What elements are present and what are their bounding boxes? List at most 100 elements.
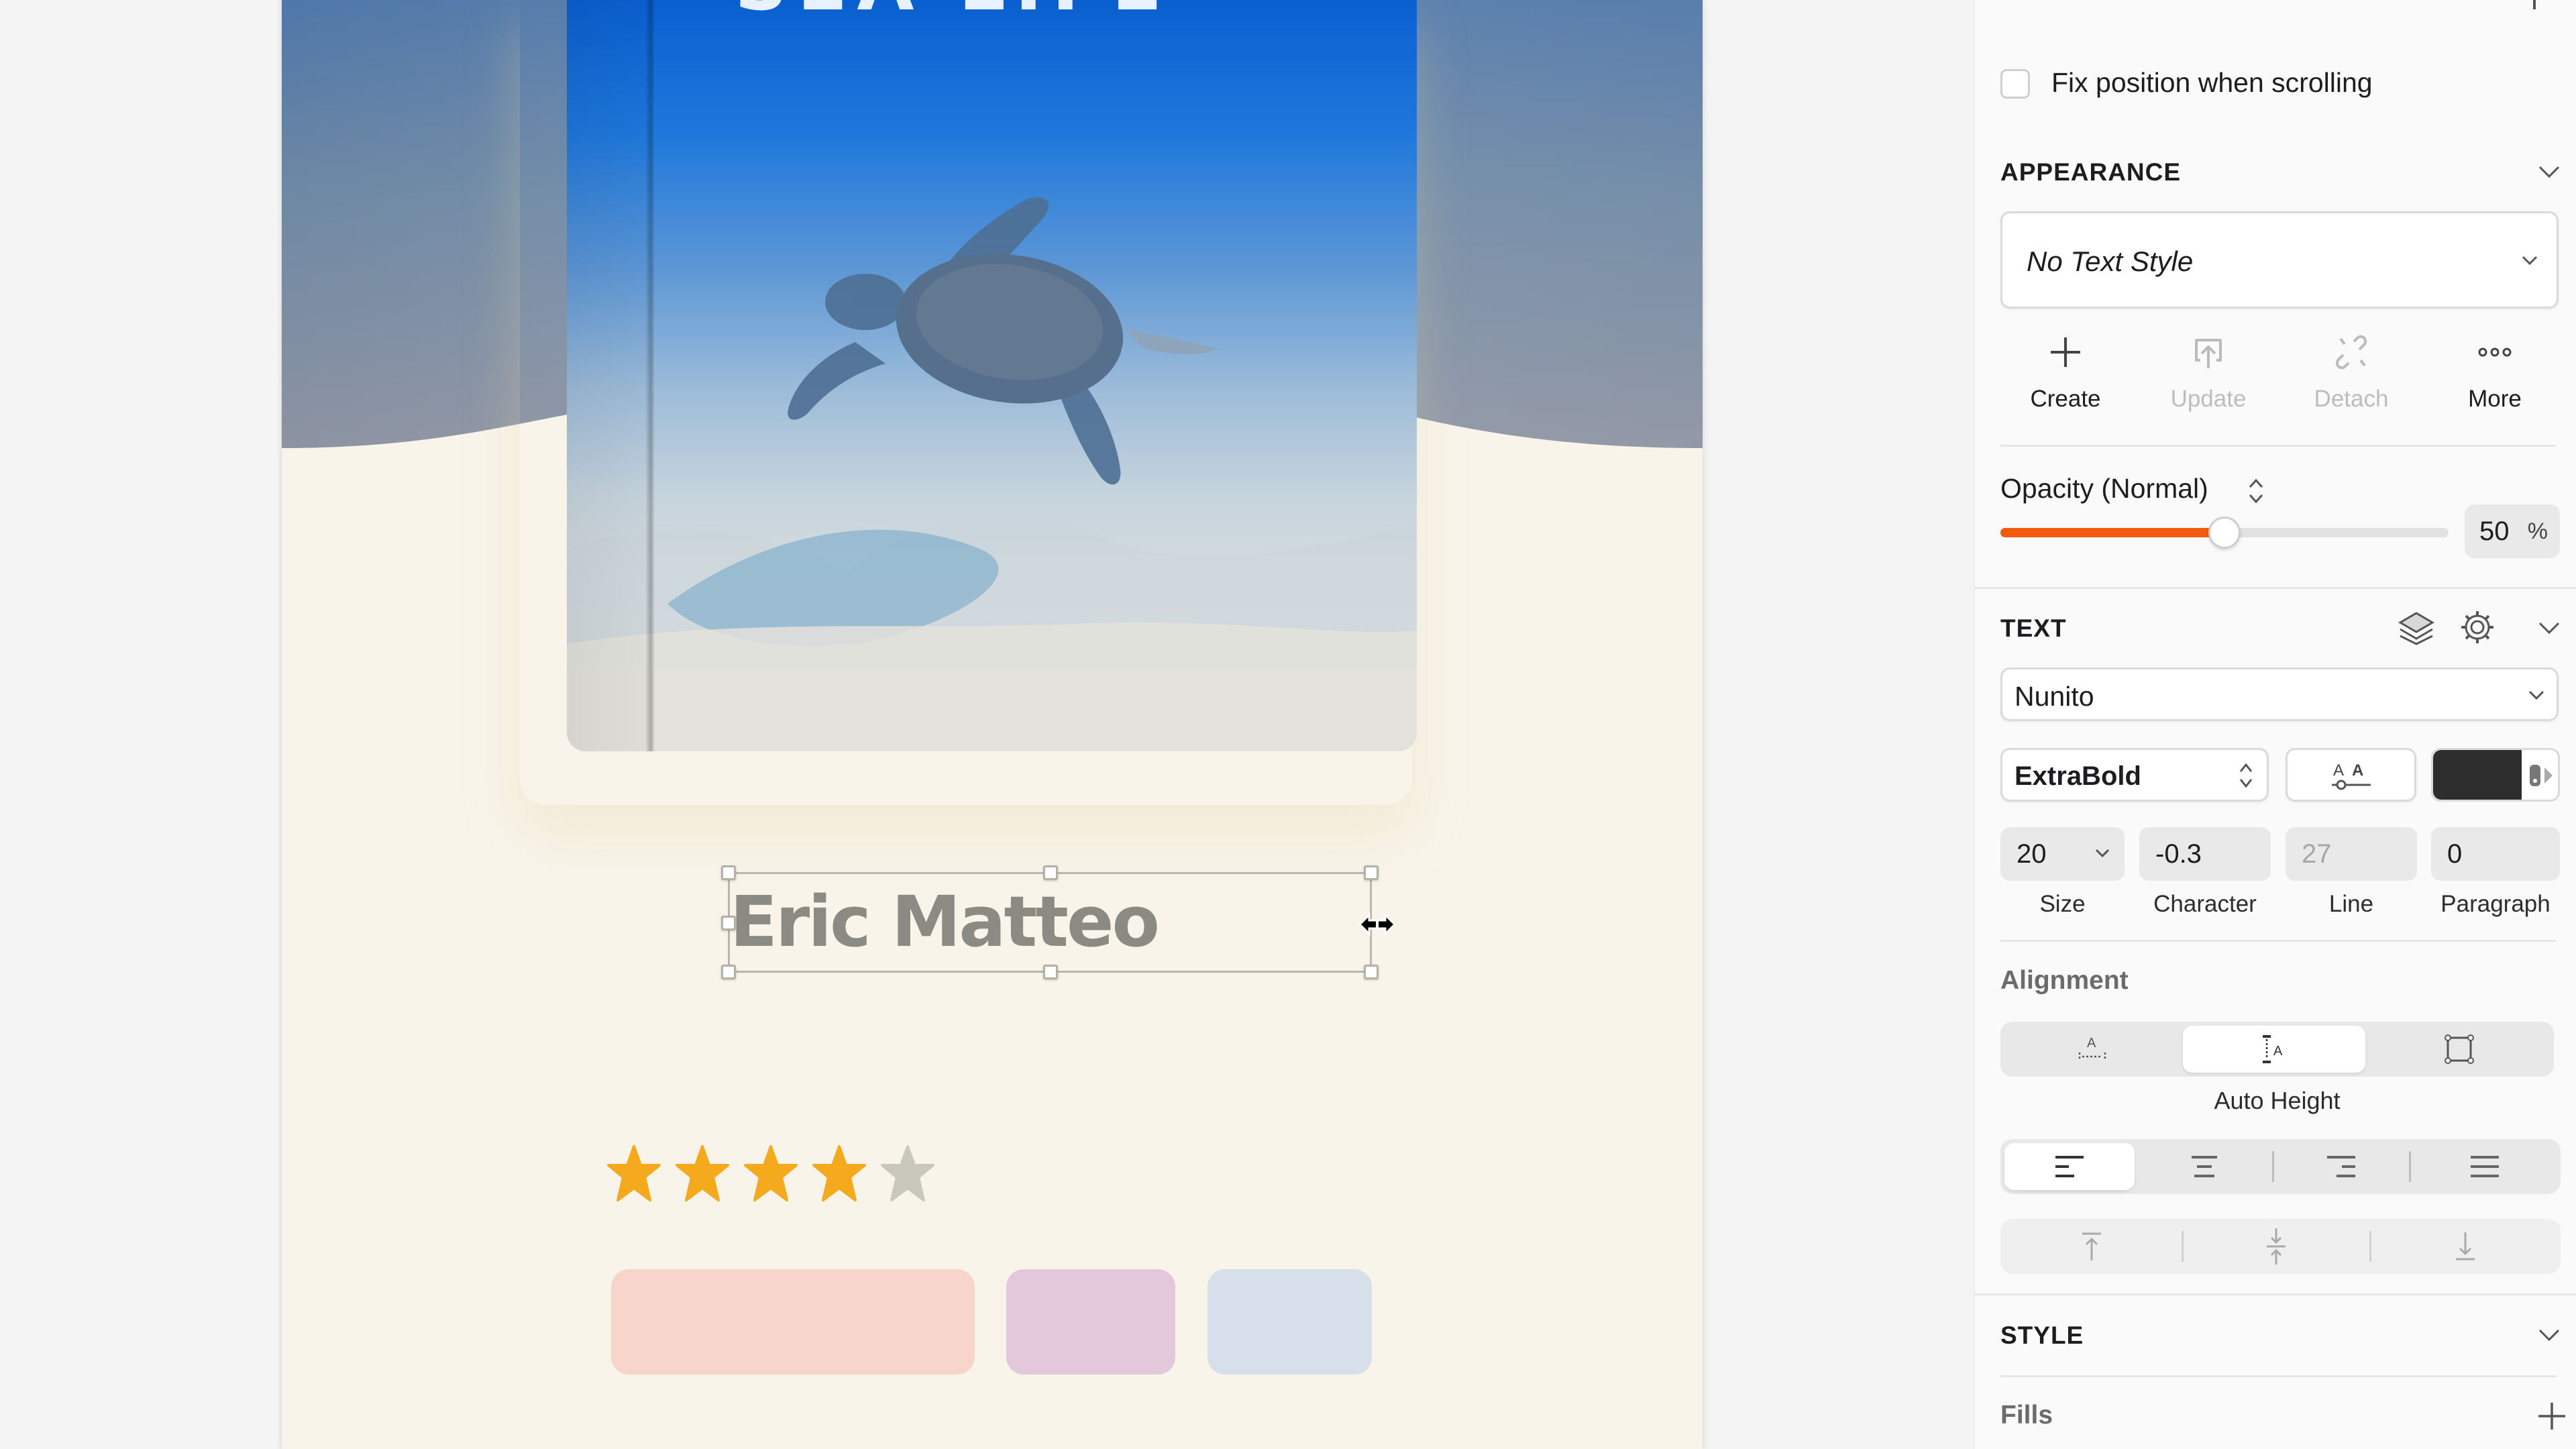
text-color-swatch[interactable]	[2433, 750, 2522, 800]
canvas[interactable]: SEA LIFE Eric Matteo	[0, 0, 1974, 1449]
align-center-button[interactable]	[2139, 1143, 2270, 1190]
auto-height-icon: A	[2263, 1035, 2283, 1063]
segment-divider	[2369, 1231, 2371, 1262]
character-spacing-value: -0.3	[2155, 839, 2202, 869]
appearance-section-title: APPEARANCE	[2000, 158, 2182, 186]
cut-off-control	[2533, 0, 2536, 9]
text-style-dropdown[interactable]: No Text Style	[2000, 211, 2559, 309]
font-weight-value: ExtraBold	[2015, 761, 2141, 791]
chevron-down-icon	[2528, 690, 2544, 700]
resize-handle-top-center[interactable]	[1043, 865, 1058, 880]
detach-style-button[interactable]: Detach	[2298, 332, 2405, 413]
chevron-down-icon	[2095, 849, 2110, 858]
star-empty-icon[interactable]	[881, 1145, 934, 1201]
divider	[2000, 445, 2556, 447]
paragraph-spacing-input[interactable]: 0	[2431, 827, 2560, 881]
star-filled-icon[interactable]	[607, 1145, 661, 1201]
segment-divider	[2409, 1151, 2411, 1182]
svg-text:A: A	[2352, 761, 2363, 780]
appearance-collapse-chevron-icon[interactable]	[2538, 165, 2560, 178]
section-divider	[1975, 1293, 2576, 1295]
star-filled-icon[interactable]	[812, 1145, 866, 1201]
font-size-input[interactable]: 20	[2000, 827, 2125, 881]
resize-handle-bottom-left[interactable]	[721, 965, 736, 979]
detach-label: Detach	[2314, 386, 2389, 412]
resize-handle-bottom-center[interactable]	[1043, 965, 1058, 979]
color-variable-icon	[2530, 765, 2553, 786]
create-label: Create	[2030, 386, 2101, 412]
book-spine	[567, 0, 654, 751]
author-name-text[interactable]: Eric Matteo	[730, 881, 1160, 963]
align-right-icon	[2327, 1156, 2355, 1177]
blend-mode-stepper-icon[interactable]	[2247, 478, 2265, 504]
unlink-icon	[2336, 335, 2367, 370]
character-spacing-input[interactable]: -0.3	[2139, 827, 2271, 881]
opacity-input[interactable]: 50 %	[2465, 504, 2560, 558]
fix-position-checkbox[interactable]	[2000, 69, 2030, 99]
line-caption: Line	[2328, 891, 2374, 917]
opacity-label: Opacity (Normal)	[2000, 473, 2208, 504]
opacity-value: 50	[2479, 517, 2510, 546]
align-left-button[interactable]	[2004, 1143, 2135, 1190]
horizontal-alignment-control	[2000, 1139, 2561, 1194]
artboard-page[interactable]: SEA LIFE Eric Matteo	[282, 0, 1703, 1449]
alignment-label: Alignment	[2000, 966, 2129, 995]
style-collapse-chevron-icon[interactable]	[2538, 1328, 2560, 1342]
align-bottom-button[interactable]	[2373, 1223, 2557, 1270]
book-title: SEA LIFE	[735, 0, 1171, 27]
align-right-button[interactable]	[2275, 1143, 2407, 1190]
divider	[2000, 940, 2556, 942]
horizontal-resize-cursor-icon	[1358, 912, 1396, 936]
resize-handle-bottom-right[interactable]	[1364, 965, 1379, 979]
fills-label: Fills	[2000, 1401, 2053, 1430]
book-cover[interactable]: SEA LIFE	[567, 0, 1417, 751]
color-swatch-purple[interactable]	[1006, 1269, 1175, 1375]
chevron-down-icon	[2522, 256, 2538, 266]
text-collapse-chevron-icon[interactable]	[2538, 621, 2560, 635]
text-color-picker[interactable]	[2431, 748, 2560, 802]
add-fill-plus-icon[interactable]	[2537, 1401, 2567, 1431]
star-filled-icon[interactable]	[676, 1145, 729, 1201]
paragraph-spacing-value: 0	[2447, 839, 2463, 869]
svg-text:A: A	[2087, 1036, 2096, 1051]
create-style-button[interactable]: Create	[2012, 332, 2119, 413]
opacity-slider[interactable]	[2000, 517, 2449, 549]
resize-handle-top-left[interactable]	[721, 865, 736, 880]
layers-icon[interactable]	[2398, 610, 2435, 645]
more-icon	[2478, 347, 2512, 357]
auto-height-button[interactable]: A	[2183, 1026, 2365, 1073]
fixed-size-button[interactable]	[2368, 1026, 2550, 1073]
more-label: More	[2468, 386, 2522, 412]
update-style-button[interactable]: Update	[2155, 332, 2262, 413]
plus-icon	[2051, 337, 2080, 367]
resize-handle-top-right[interactable]	[1364, 865, 1379, 880]
text-options-icon: A A	[2332, 761, 2371, 790]
align-bottom-icon	[2455, 1232, 2475, 1260]
fixed-size-icon	[2444, 1034, 2474, 1064]
more-button[interactable]: More	[2441, 332, 2548, 413]
font-family-dropdown[interactable]: Nunito	[2000, 667, 2559, 721]
slider-thumb[interactable]	[2208, 517, 2241, 549]
section-divider	[1975, 587, 2576, 589]
align-middle-button[interactable]	[2186, 1223, 2367, 1270]
style-section-title: STYLE	[2000, 1322, 2084, 1349]
sand-dunes-illustration	[567, 515, 1417, 751]
text-selection-box[interactable]: Eric Matteo	[721, 865, 1396, 979]
vertical-alignment-control	[2000, 1219, 2561, 1274]
line-height-value: 27	[2302, 839, 2332, 869]
auto-width-button[interactable]: A	[2004, 1026, 2180, 1073]
align-justify-button[interactable]	[2412, 1143, 2557, 1190]
svg-text:A: A	[2273, 1044, 2283, 1059]
star-rating[interactable]	[607, 1145, 934, 1201]
gear-icon[interactable]	[2459, 609, 2496, 645]
star-filled-icon[interactable]	[744, 1145, 798, 1201]
line-height-input[interactable]: 27	[2286, 827, 2417, 881]
resize-handle-middle-left[interactable]	[721, 916, 736, 930]
align-left-icon	[2055, 1156, 2084, 1177]
text-options-button[interactable]: A A	[2286, 748, 2416, 802]
font-weight-dropdown[interactable]: ExtraBold	[2000, 748, 2269, 802]
font-size-value: 20	[2017, 839, 2047, 869]
color-swatch-blue[interactable]	[1208, 1269, 1372, 1375]
align-top-button[interactable]	[2004, 1223, 2179, 1270]
color-swatch-pink[interactable]	[611, 1269, 975, 1375]
